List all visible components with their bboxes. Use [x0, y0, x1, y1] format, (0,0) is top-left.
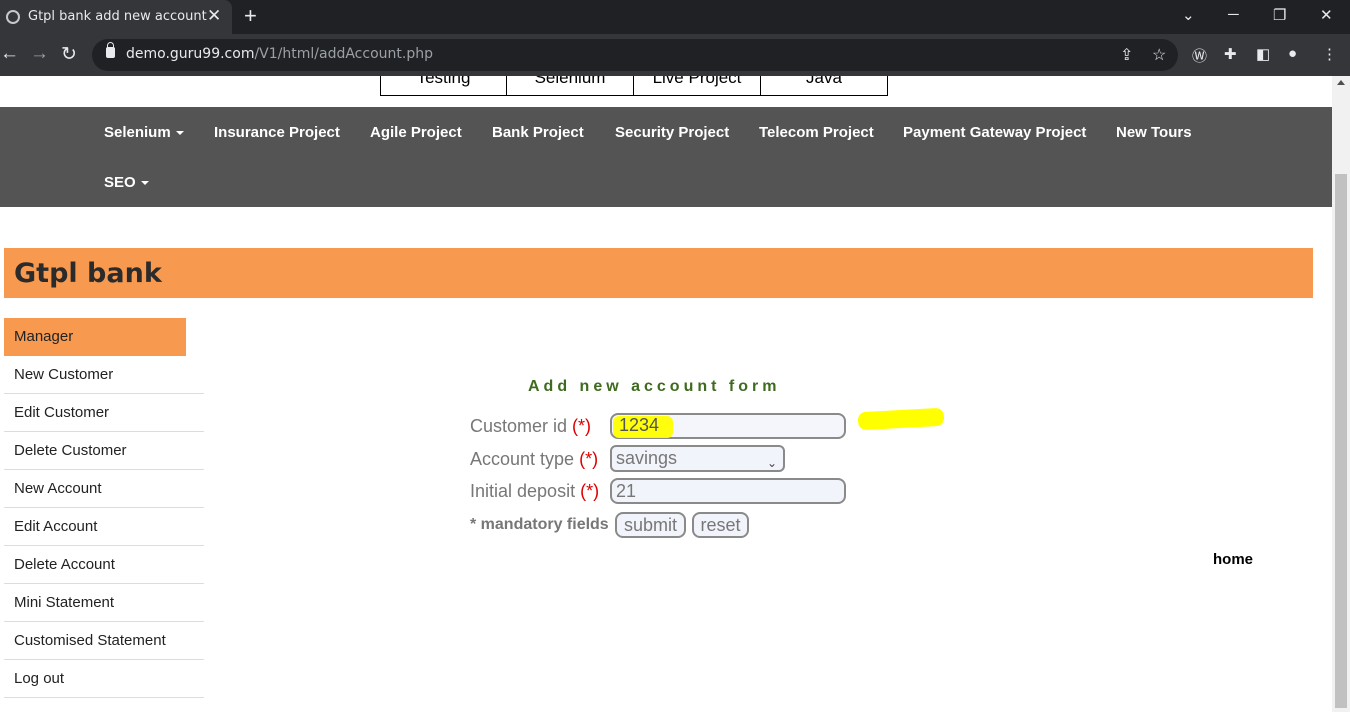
initial-deposit-input[interactable]: 21: [610, 478, 846, 504]
bookmark-star-icon[interactable]: ☆: [1152, 45, 1166, 65]
browser-toolbar: ← → ↻ demo.guru99.com/V1/html/addAccount…: [0, 34, 1350, 76]
initial-deposit-label: Initial deposit (*): [470, 481, 600, 501]
nav-insurance-project[interactable]: Insurance Project: [214, 124, 340, 141]
home-link[interactable]: home: [1213, 551, 1253, 568]
window-close-icon[interactable]: ✕: [1320, 6, 1333, 24]
sidebar-item-mini-statement[interactable]: Mini Statement: [4, 584, 204, 622]
share-icon[interactable]: ⇪: [1120, 45, 1133, 65]
nav-new-tours[interactable]: New Tours: [1116, 124, 1192, 141]
bank-header: Gtpl bank: [4, 248, 1313, 298]
sidebar-item-log-out[interactable]: Log out: [4, 660, 204, 698]
required-marker: (*): [580, 481, 600, 501]
main-navbar: Selenium Insurance Project Agile Project…: [0, 107, 1332, 207]
chevron-down-icon: ⌄: [766, 456, 777, 470]
caret-down-icon: [175, 131, 184, 136]
top-menu-java[interactable]: Java: [761, 76, 888, 96]
puzzle-icon[interactable]: ✚: [1224, 45, 1237, 63]
new-tab-icon[interactable]: +: [244, 3, 257, 29]
restore-icon[interactable]: ❐: [1273, 6, 1286, 24]
account-type-select[interactable]: savings ⌄: [610, 445, 785, 472]
sidebar-item-delete-account[interactable]: Delete Account: [4, 546, 204, 584]
lock-icon: [106, 42, 115, 58]
customer-id-value: 1234: [619, 415, 660, 435]
reset-button[interactable]: reset: [692, 512, 749, 538]
forward-icon[interactable]: →: [30, 43, 49, 65]
menu-kebab-icon[interactable]: ⋮: [1322, 45, 1337, 63]
customer-id-label: Customer id (*): [470, 416, 592, 436]
close-tab-icon[interactable]: ✕: [207, 6, 221, 26]
nav-bank-project[interactable]: Bank Project: [492, 124, 584, 141]
sidebar-item-manager[interactable]: Manager: [4, 318, 186, 356]
caret-down-icon: [140, 181, 149, 186]
required-marker: (*): [572, 416, 592, 436]
minimize-icon[interactable]: ─: [1228, 6, 1239, 23]
reload-icon[interactable]: ↻: [61, 43, 77, 66]
sidebar: Manager New Customer Edit Customer Delet…: [4, 318, 204, 698]
submit-button[interactable]: submit: [615, 512, 686, 538]
sidebar-item-edit-account[interactable]: Edit Account: [4, 508, 204, 546]
nav-seo[interactable]: SEO: [104, 174, 149, 191]
page-scrollbar[interactable]: [1332, 76, 1350, 712]
nav-telecom-project[interactable]: Telecom Project: [759, 124, 874, 141]
side-panel-icon[interactable]: ◧: [1256, 45, 1270, 63]
account-type-value: savings: [616, 448, 678, 468]
mandatory-note: * mandatory fields: [470, 516, 609, 533]
form-title: Add new account form: [528, 378, 781, 395]
nav-payment-gateway-project[interactable]: Payment Gateway Project: [903, 124, 1086, 141]
nav-agile-project[interactable]: Agile Project: [370, 124, 462, 141]
tab-title: Gtpl bank add new account: [28, 9, 207, 24]
highlighter-stroke: [857, 407, 945, 431]
sidebar-item-new-customer[interactable]: New Customer: [4, 356, 204, 394]
address-bar[interactable]: demo.guru99.com/V1/html/addAccount.php ⇪…: [92, 39, 1178, 71]
top-menu-live-project[interactable]: Live Project: [634, 76, 761, 96]
page-viewport: Testing Selenium Live Project Java Selen…: [0, 76, 1332, 712]
top-menu-testing[interactable]: Testing: [380, 76, 507, 96]
url-text: demo.guru99.com/V1/html/addAccount.php: [126, 46, 433, 62]
nav-security-project[interactable]: Security Project: [615, 124, 729, 141]
required-marker: (*): [579, 449, 599, 469]
account-type-label: Account type (*): [470, 449, 599, 469]
tab-bar: Gtpl bank add new account ✕ + ⌄ ─ ❐ ✕: [0, 0, 1350, 34]
scrollbar-thumb[interactable]: [1335, 174, 1347, 708]
globe-icon: [6, 10, 20, 24]
top-menu-selenium[interactable]: Selenium: [507, 76, 634, 96]
extension-w-icon[interactable]: Ⓦ: [1192, 45, 1207, 66]
sidebar-item-customised-statement[interactable]: Customised Statement: [4, 622, 204, 660]
scroll-up-arrow-icon[interactable]: [1337, 80, 1345, 85]
chevron-down-icon[interactable]: ⌄: [1182, 6, 1195, 24]
nav-selenium[interactable]: Selenium: [104, 124, 184, 141]
sidebar-item-new-account[interactable]: New Account: [4, 470, 204, 508]
top-menu: Testing Selenium Live Project Java: [380, 76, 888, 96]
sidebar-item-edit-customer[interactable]: Edit Customer: [4, 394, 204, 432]
bank-title: Gtpl bank: [14, 258, 162, 289]
browser-tab[interactable]: Gtpl bank add new account ✕: [0, 0, 232, 34]
sidebar-item-delete-customer[interactable]: Delete Customer: [4, 432, 204, 470]
profile-icon[interactable]: ●: [1288, 45, 1297, 62]
back-icon[interactable]: ←: [0, 43, 19, 65]
